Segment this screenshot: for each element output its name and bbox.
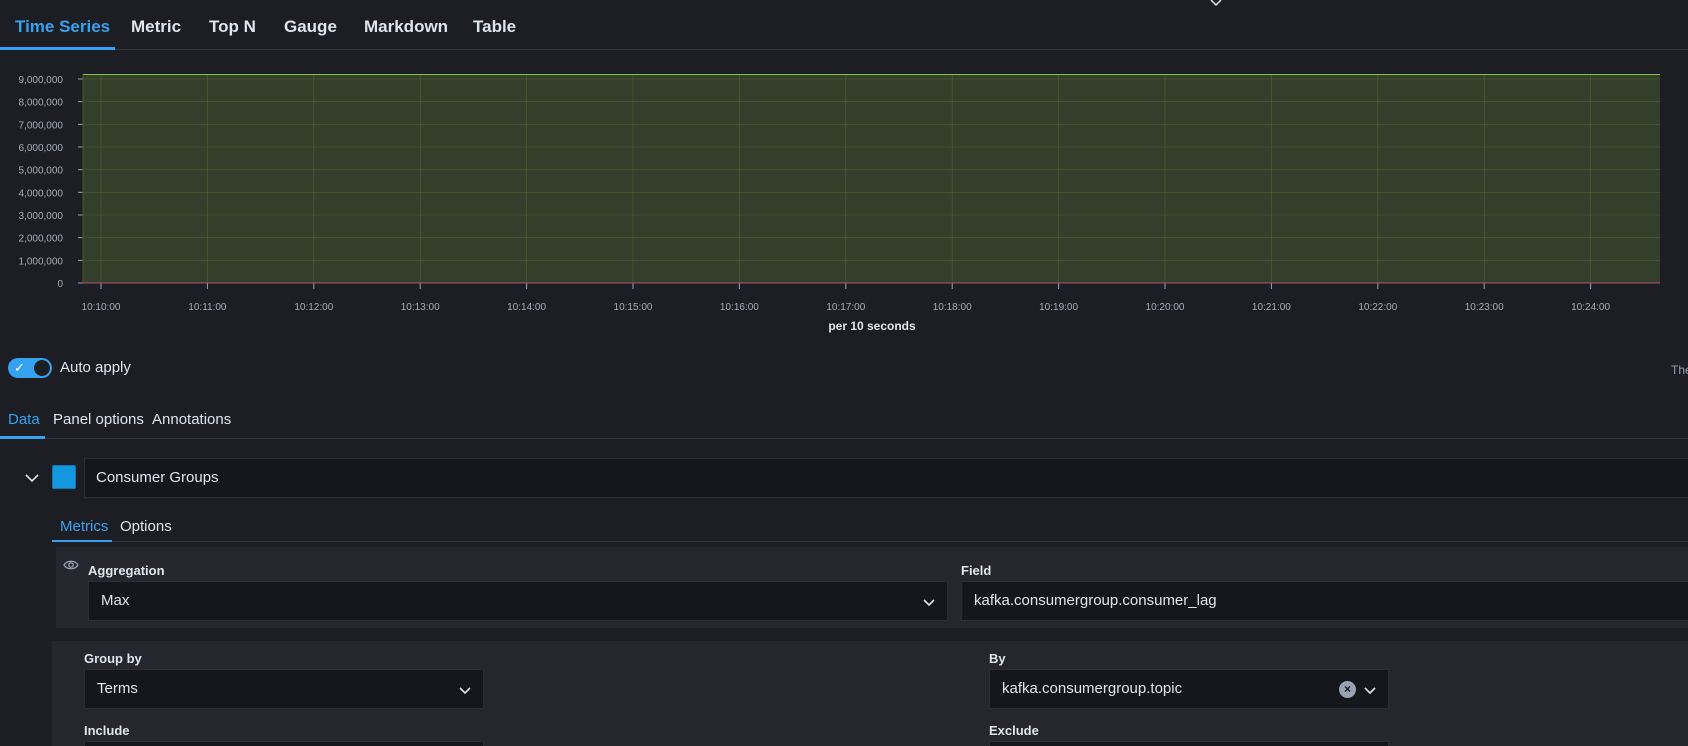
- tab-gauge[interactable]: Gauge: [284, 0, 337, 50]
- group-by-select[interactable]: Terms: [84, 669, 484, 709]
- auto-apply-label: Auto apply: [60, 359, 131, 376]
- by-label: By: [989, 651, 1006, 666]
- editor-tabs: Data Panel options Annotations: [0, 405, 1688, 439]
- x-tick-label: 10:10:00: [82, 302, 121, 313]
- series-area: [83, 74, 1660, 283]
- aggregation-select[interactable]: Max: [88, 581, 948, 621]
- y-tick-label: 7,000,000: [19, 120, 64, 131]
- tab-metric[interactable]: Metric: [131, 0, 181, 50]
- x-tick-label: 10:18:00: [933, 302, 972, 313]
- truncated-text: The: [1671, 363, 1688, 377]
- x-tick-label: 10:12:00: [294, 302, 333, 313]
- active-tab-indicator: [0, 47, 115, 50]
- x-tick-label: 10:14:00: [507, 302, 546, 313]
- group-by-value: Terms: [97, 680, 138, 697]
- toggle-knob: [33, 359, 51, 377]
- exclude-label: Exclude: [989, 723, 1039, 738]
- tab-metrics[interactable]: Metrics: [60, 518, 108, 535]
- x-tick-label: 10:21:00: [1252, 302, 1291, 313]
- include-input[interactable]: [84, 741, 484, 746]
- metric-panel: Aggregation Max Field kafka.consumergrou…: [56, 547, 1688, 628]
- aggregation-value: Max: [101, 592, 130, 609]
- check-icon: ✓: [14, 360, 25, 375]
- chevron-down-icon: [923, 599, 935, 607]
- eye-icon[interactable]: [63, 559, 79, 571]
- y-tick-label: 4,000,000: [19, 188, 64, 199]
- active-tab-indicator: [52, 540, 112, 542]
- active-tab-indicator: [0, 436, 45, 439]
- y-tick-label: 5,000,000: [19, 166, 64, 177]
- y-tick-label: 8,000,000: [19, 98, 64, 109]
- series-tabs: Metrics Options: [52, 508, 1688, 542]
- tab-markdown[interactable]: Markdown: [364, 0, 448, 50]
- by-value: kafka.consumergroup.topic: [1002, 680, 1183, 697]
- mouse-cursor-icon: [1210, 0, 1222, 7]
- y-tick-label: 1,000,000: [19, 256, 64, 267]
- tab-top-n[interactable]: Top N: [209, 0, 256, 50]
- y-tick-label: 6,000,000: [19, 143, 64, 154]
- x-tick-label: 10:15:00: [614, 302, 653, 313]
- x-tick-label: 10:16:00: [720, 302, 759, 313]
- group-by-label: Group by: [84, 651, 142, 666]
- include-label: Include: [84, 723, 130, 738]
- y-tick-label: 2,000,000: [19, 234, 64, 245]
- field-select[interactable]: kafka.consumergroup.consumer_lag: [961, 581, 1688, 621]
- tab-panel-options[interactable]: Panel options: [53, 411, 144, 428]
- y-tick-label: 9,000,000: [19, 75, 64, 86]
- tab-table[interactable]: Table: [473, 0, 516, 50]
- x-tick-label: 10:23:00: [1465, 302, 1504, 313]
- aggregation-label: Aggregation: [88, 563, 165, 578]
- visualization-tabs: Time Series Metric Top N Gauge Markdown …: [0, 0, 1688, 50]
- y-tick-label: 0: [57, 279, 63, 290]
- tab-data[interactable]: Data: [8, 411, 40, 428]
- tab-annotations[interactable]: Annotations: [152, 411, 231, 428]
- x-tick-label: 10:20:00: [1146, 302, 1185, 313]
- exclude-input[interactable]: [989, 741, 1389, 746]
- x-tick-label: 10:17:00: [826, 302, 865, 313]
- y-tick-label: 3,000,000: [19, 211, 64, 222]
- field-value: kafka.consumergroup.consumer_lag: [974, 592, 1217, 609]
- chevron-down-icon: [459, 687, 471, 695]
- clear-icon[interactable]: ×: [1339, 681, 1356, 698]
- auto-apply-toggle[interactable]: ✓: [8, 358, 52, 378]
- x-tick-label: 10:22:00: [1358, 302, 1397, 313]
- chevron-down-icon: [1364, 687, 1376, 695]
- tab-options[interactable]: Options: [120, 518, 172, 535]
- series-label-input[interactable]: Consumer Groups: [84, 458, 1688, 498]
- x-tick-label: 10:11:00: [188, 302, 227, 313]
- series-header: Consumer Groups: [0, 458, 1688, 500]
- group-by-panel: Group by Terms By kafka.consumergroup.to…: [52, 641, 1688, 746]
- chart-svg: 9,000,000 8,000,000 7,000,000 6,000,000 5,00…: [19, 73, 1660, 333]
- chevron-down-icon[interactable]: [24, 470, 40, 486]
- x-axis-label: per 10 seconds: [828, 319, 916, 333]
- field-label: Field: [961, 563, 992, 578]
- x-tick-label: 10:24:00: [1571, 302, 1610, 313]
- time-series-chart: 9,000,000 8,000,000 7,000,000 6,000,000 5,00…: [0, 51, 1688, 351]
- by-select[interactable]: kafka.consumergroup.topic ×: [989, 669, 1389, 709]
- tab-time-series[interactable]: Time Series: [15, 0, 110, 50]
- x-tick-label: 10:19:00: [1039, 302, 1078, 313]
- series-color-swatch[interactable]: [52, 465, 76, 489]
- x-tick-label: 10:13:00: [401, 302, 440, 313]
